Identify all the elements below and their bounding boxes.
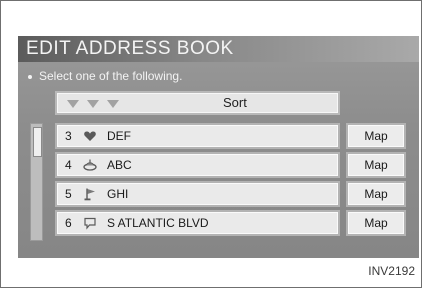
instruction-text: Select one of the following. (28, 68, 182, 84)
triangle-down-icon (87, 100, 99, 108)
row-name: ABC (107, 158, 132, 172)
address-row-4[interactable]: 4 ABC (55, 152, 340, 178)
address-row-6[interactable]: 6 S ATLANTIC BLVD (55, 210, 340, 236)
sort-button[interactable]: Sort (55, 91, 340, 115)
instruction-label: Select one of the following. (39, 69, 183, 83)
figure-caption: INV2192 (368, 264, 415, 278)
screen-title: EDIT ADDRESS BOOK (18, 36, 419, 62)
map-button[interactable]: Map (346, 152, 406, 178)
row-name: S ATLANTIC BLVD (107, 216, 209, 230)
address-row-3[interactable]: 3 DEF (55, 123, 340, 149)
figure-frame: EDIT ADDRESS BOOK Select one of the foll… (0, 0, 422, 288)
food-icon (83, 159, 97, 171)
triangle-down-icon (67, 100, 79, 108)
bullet-icon (28, 74, 32, 79)
heart-icon (84, 131, 96, 141)
map-button[interactable]: Map (346, 181, 406, 207)
row-number: 6 (65, 216, 72, 230)
row-name: DEF (107, 129, 131, 143)
row-number: 4 (65, 158, 72, 172)
scrollbar[interactable] (30, 123, 43, 241)
map-button[interactable]: Map (346, 210, 406, 236)
row-number: 3 (65, 129, 72, 143)
speech-bubble-icon (84, 217, 96, 230)
map-button[interactable]: Map (346, 123, 406, 149)
sort-label: Sort (223, 95, 247, 110)
flag-icon (84, 188, 95, 201)
triangle-down-icon (107, 100, 119, 108)
row-number: 5 (65, 187, 72, 201)
navigation-screen: EDIT ADDRESS BOOK Select one of the foll… (18, 36, 419, 258)
address-row-5[interactable]: 5 GHI (55, 181, 340, 207)
scroll-thumb[interactable] (33, 127, 42, 157)
row-name: GHI (107, 187, 129, 201)
